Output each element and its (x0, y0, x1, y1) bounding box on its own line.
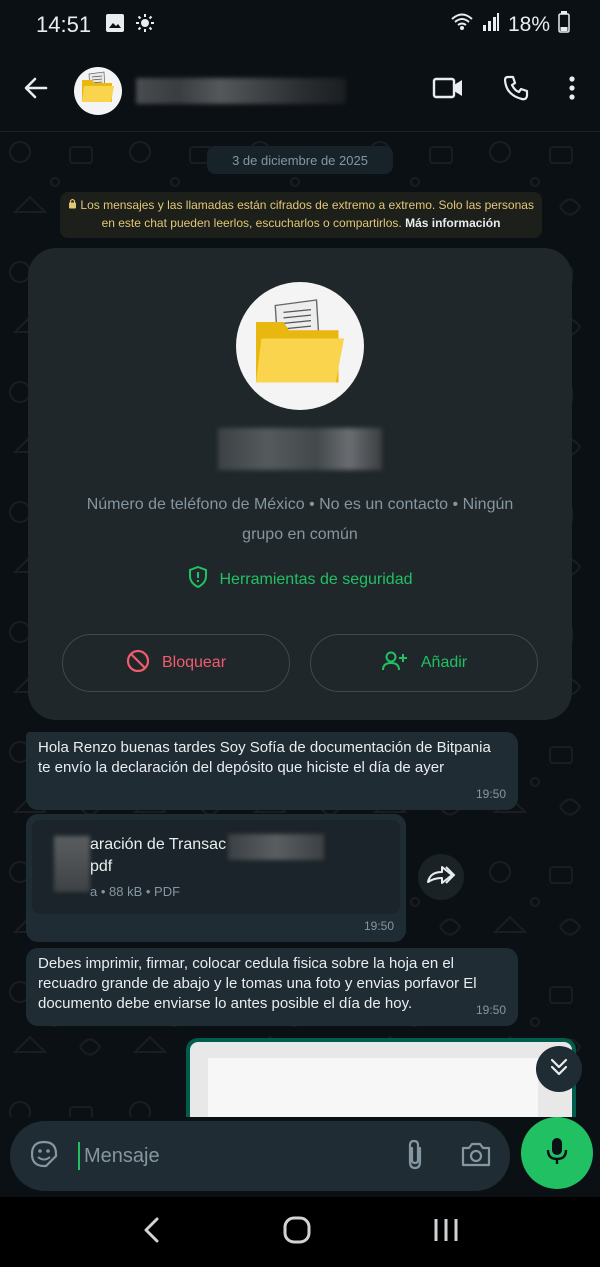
chat-area[interactable]: 3 de diciembre de 2025 Los mensajes y la… (0, 132, 600, 1117)
battery-icon (558, 11, 570, 39)
attach-icon[interactable] (404, 1138, 426, 1175)
document-name-redacted (228, 834, 324, 860)
message-composer: Mensaje (0, 1117, 600, 1197)
encryption-notice[interactable]: Los mensajes y las llamadas están cifrad… (60, 192, 542, 238)
status-time: 14:51 (36, 12, 92, 37)
document-message[interactable]: aración de Transac pdf a • 88 kB • PDF 1… (26, 814, 406, 942)
image-thumbnail[interactable] (190, 1042, 572, 1117)
folder-icon (245, 289, 355, 404)
more-info-link[interactable]: Más información (405, 216, 500, 230)
document-name: aración de Transac pdf (90, 836, 227, 875)
message-time: 19:50 (475, 787, 506, 801)
image-message[interactable] (186, 1038, 576, 1117)
brightness-icon (135, 13, 155, 38)
add-contact-label: Añadir (420, 654, 468, 671)
contact-info-text: Número de teléfono de México • No es un … (86, 496, 514, 543)
back-button[interactable] (18, 73, 54, 109)
message-bubble[interactable]: Debes imprimir, firmar, colocar cedula f… (26, 948, 518, 1026)
contact-avatar[interactable] (236, 282, 364, 410)
double-chevron-down-icon (548, 1056, 570, 1083)
add-person-icon (381, 650, 409, 677)
message-time: 19:50 (475, 1003, 506, 1017)
shield-icon (188, 565, 208, 593)
add-contact-button[interactable]: Añadir (310, 634, 538, 692)
system-nav-bar (0, 1197, 600, 1267)
sticker-icon[interactable] (28, 1138, 60, 1175)
battery-level: 18% (507, 13, 550, 36)
arrow-left-icon (22, 74, 50, 107)
forward-icon (426, 864, 456, 891)
forward-button[interactable] (418, 854, 464, 900)
nav-recents-icon[interactable] (433, 1217, 459, 1248)
message-time: 19:50 (363, 919, 394, 933)
pdf-icon (54, 836, 90, 892)
avatar[interactable] (74, 66, 122, 115)
wifi-icon (450, 12, 474, 38)
message-bubble[interactable]: Hola Renzo buenas tardes Soy Sofía de do… (26, 732, 518, 810)
contact-name-redacted[interactable] (136, 77, 346, 104)
security-tools-link[interactable]: Herramientas de seguridad (28, 565, 572, 593)
voice-message-button[interactable] (521, 1117, 593, 1189)
scroll-to-bottom-button[interactable] (536, 1046, 582, 1092)
date-divider: 3 de diciembre de 2025 (207, 146, 393, 174)
video-call-icon[interactable] (432, 75, 464, 106)
chat-header (0, 50, 600, 132)
message-input[interactable]: Mensaje (78, 1142, 160, 1170)
nav-home-icon[interactable] (283, 1216, 311, 1249)
folder-icon (78, 68, 118, 113)
status-bar: 14:51 18% (0, 0, 600, 50)
nav-back-icon[interactable] (141, 1216, 161, 1249)
camera-icon[interactable] (460, 1140, 492, 1173)
phone-icon[interactable] (502, 74, 530, 107)
signal-icon (482, 12, 500, 38)
document-meta: a • 88 kB • PDF (90, 884, 181, 899)
block-icon (126, 649, 150, 678)
more-vert-icon[interactable] (568, 75, 576, 106)
block-button[interactable]: Bloquear (62, 634, 290, 692)
message-input-pill[interactable]: Mensaje (10, 1121, 510, 1191)
block-label: Bloquear (161, 654, 227, 671)
lock-icon (68, 198, 80, 212)
gallery-icon (105, 13, 125, 38)
message-text: Hola Renzo buenas tardes Soy Sofía de do… (38, 739, 491, 776)
contact-info-card: Número de teléfono de México • No es un … (28, 248, 572, 720)
security-tools-label: Herramientas de seguridad (219, 570, 413, 588)
message-text: Debes imprimir, firmar, colocar cedula f… (38, 955, 477, 1012)
contact-number-redacted (218, 428, 382, 470)
microphone-icon (545, 1136, 569, 1171)
document-attachment[interactable]: aración de Transac pdf a • 88 kB • PDF (32, 820, 400, 914)
